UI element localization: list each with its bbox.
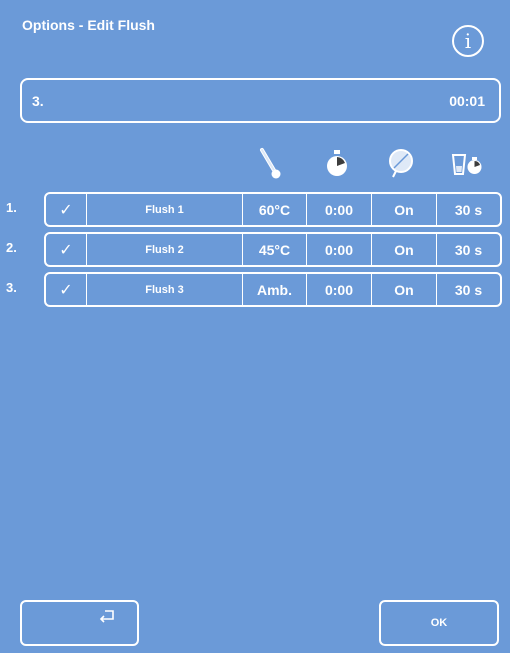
flush-name[interactable]: Flush 1 [86,194,242,225]
row-number: 1. [6,200,17,215]
flush-row-2[interactable]: ✓ Flush 2 45°C 0:00 On 30 s [44,232,502,267]
valve-state-cell[interactable]: On [371,274,436,305]
row-number: 2. [6,240,17,255]
current-step: 3. [32,92,44,109]
flush-name[interactable]: Flush 3 [86,274,242,305]
elapsed-time: 00:01 [449,92,485,109]
thermometer-icon [255,146,285,180]
temperature-cell[interactable]: 45°C [242,234,306,265]
time-cell[interactable]: 0:00 [306,274,371,305]
enable-checkbox[interactable]: ✓ [46,274,86,305]
drain-duration-cell[interactable]: 30 s [436,274,500,305]
valve-state-cell[interactable]: On [371,234,436,265]
drain-timer-icon [448,146,488,180]
time-cell[interactable]: 0:00 [306,234,371,265]
status-bar: 3. 00:01 [20,78,501,123]
drain-duration-cell[interactable]: 30 s [436,194,500,225]
stopwatch-icon [322,146,352,180]
flush-name[interactable]: Flush 2 [86,234,242,265]
enable-checkbox[interactable]: ✓ [46,234,86,265]
valve-state-cell[interactable]: On [371,194,436,225]
drain-duration-cell[interactable]: 30 s [436,234,500,265]
return-arrow-icon [97,608,117,627]
temperature-cell[interactable]: Amb. [242,274,306,305]
ok-button[interactable]: OK [379,600,499,646]
back-button[interactable] [20,600,139,646]
page-title: Options - Edit Flush [22,17,155,33]
enable-checkbox[interactable]: ✓ [46,194,86,225]
info-icon: i [464,29,472,53]
valve-icon [386,146,416,180]
temperature-cell[interactable]: 60°C [242,194,306,225]
flush-row-1[interactable]: ✓ Flush 1 60°C 0:00 On 30 s [44,192,502,227]
info-button[interactable]: i [452,25,484,57]
time-cell[interactable]: 0:00 [306,194,371,225]
row-number: 3. [6,280,17,295]
flush-row-3[interactable]: ✓ Flush 3 Amb. 0:00 On 30 s [44,272,502,307]
